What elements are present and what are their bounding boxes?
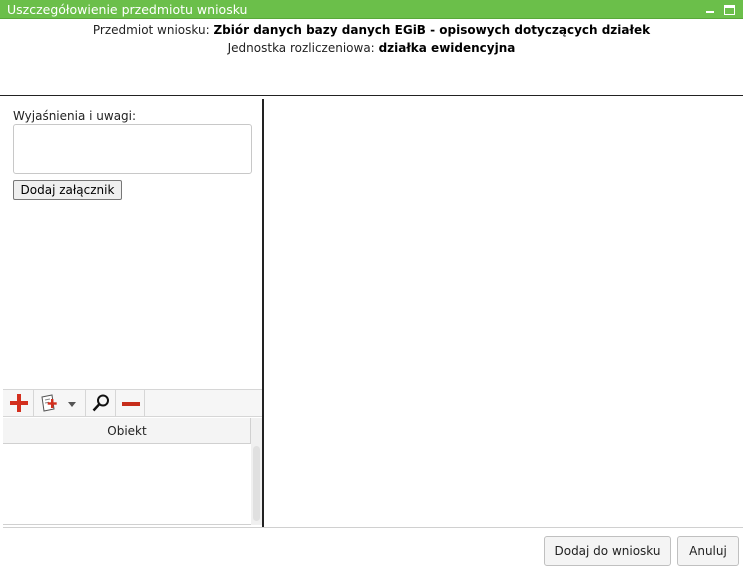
remove-object-button[interactable] bbox=[116, 390, 145, 417]
magnifier-icon bbox=[92, 394, 109, 412]
scrollbar-thumb[interactable] bbox=[253, 446, 260, 521]
grid-scrollbar[interactable] bbox=[251, 418, 262, 525]
column-header-label: Obiekt bbox=[107, 424, 147, 438]
dialog-window: Uszczegółowienie przedmiotu wniosku Prze… bbox=[0, 0, 743, 571]
add-object-button[interactable] bbox=[3, 390, 34, 417]
unit-value: działka ewidencyjna bbox=[378, 41, 516, 55]
document-add-icon bbox=[41, 394, 57, 412]
add-to-request-button[interactable]: Dodaj do wniosku bbox=[544, 536, 671, 566]
minimize-icon[interactable] bbox=[705, 5, 716, 15]
maximize-icon[interactable] bbox=[724, 5, 735, 15]
title-bar[interactable]: Uszczegółowienie przedmiotu wniosku bbox=[0, 0, 743, 19]
request-info: Przedmiot wniosku: Zbiór danych bazy dan… bbox=[0, 19, 743, 96]
remarks-input[interactable] bbox=[13, 124, 252, 174]
minus-icon bbox=[122, 402, 140, 406]
subject-value: Zbiór danych bazy danych EGiB - opisowyc… bbox=[213, 23, 651, 37]
subject-label: Przedmiot wniosku: bbox=[92, 23, 210, 37]
objects-grid-body bbox=[3, 445, 251, 525]
left-panel: Wyjaśnienia i uwagi: Dodaj załącznik Obi… bbox=[3, 99, 264, 527]
window-title: Uszczegółowienie przedmiotu wniosku bbox=[7, 2, 248, 17]
plus-icon bbox=[10, 394, 28, 412]
unit-line: Jednostka rozliczeniowa: działka ewidenc… bbox=[0, 41, 743, 55]
dialog-footer: Dodaj do wniosku Anuluj bbox=[3, 527, 743, 571]
subject-line: Przedmiot wniosku: Zbiór danych bazy dan… bbox=[0, 23, 743, 37]
unit-label: Jednostka rozliczeniowa: bbox=[227, 41, 375, 55]
remarks-label: Wyjaśnienia i uwagi: bbox=[13, 109, 137, 123]
cancel-button[interactable]: Anuluj bbox=[677, 536, 739, 566]
add-from-map-button[interactable] bbox=[34, 390, 86, 417]
grid-header-obiekt[interactable]: Obiekt bbox=[3, 418, 251, 444]
add-attachment-button[interactable]: Dodaj załącznik bbox=[13, 180, 122, 200]
right-panel bbox=[264, 99, 743, 527]
search-object-button[interactable] bbox=[86, 390, 116, 417]
dropdown-arrow-icon bbox=[68, 402, 76, 407]
objects-toolbar bbox=[3, 389, 262, 417]
